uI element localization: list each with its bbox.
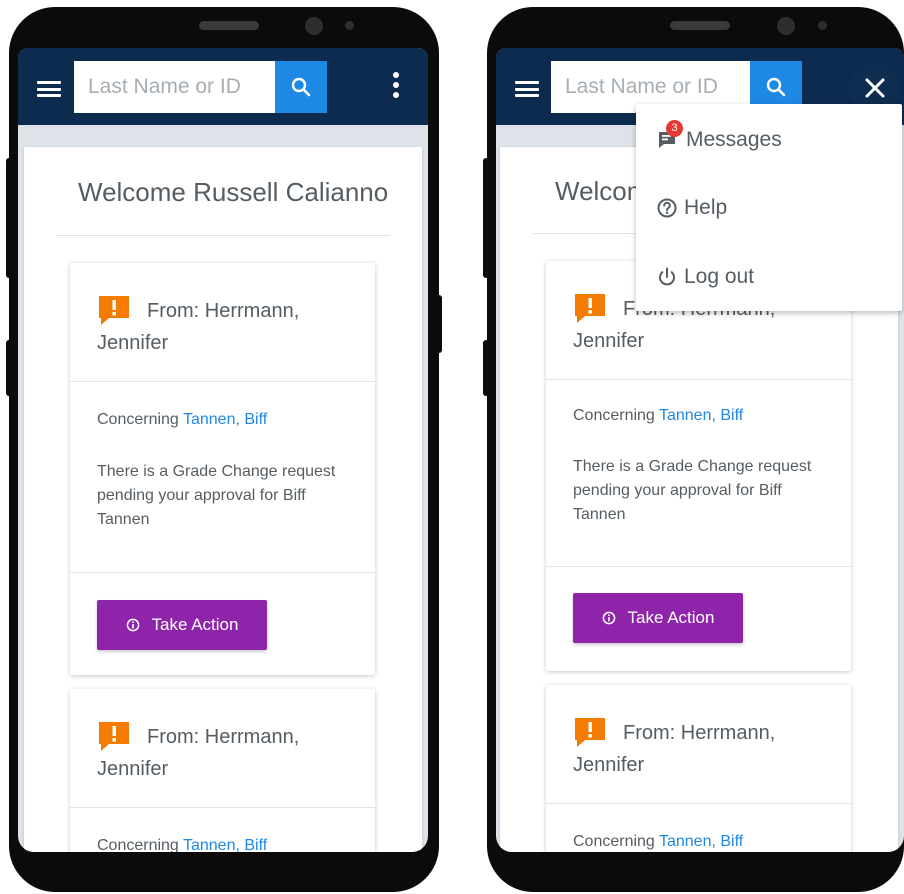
card-from: From: Herrmann, Jennifer — [573, 717, 813, 781]
concerning-label: Concerning — [573, 833, 655, 850]
card-from: From: Herrmann, Jennifer — [97, 295, 337, 359]
phone-camera — [777, 17, 795, 35]
phone-camera — [305, 17, 323, 35]
close-icon — [865, 78, 885, 98]
card-concerning: Concerning Tannen, Biff — [97, 411, 267, 429]
phone-sensor — [818, 21, 827, 30]
search-button[interactable] — [275, 61, 327, 113]
card-from-text: From: Herrmann, Jennifer — [573, 722, 776, 776]
student-link[interactable]: Tannen, Biff — [659, 833, 743, 850]
divider — [546, 566, 851, 567]
phone-speaker — [670, 21, 730, 30]
message-card: From: Herrmann, Jennifer Concerning Tann… — [546, 261, 851, 671]
card-concerning: Concerning Tannen, Biff — [573, 407, 743, 425]
concerning-label: Concerning — [573, 407, 655, 424]
search-icon — [291, 77, 311, 97]
card-from-text: From: Herrmann, Jennifer — [97, 300, 300, 354]
card-concerning: Concerning Tannen, Biff — [573, 833, 743, 851]
menu-item-label: Log out — [684, 265, 755, 288]
info-circle-icon — [602, 611, 615, 625]
divider — [56, 235, 390, 236]
phone-sensor — [345, 21, 354, 30]
take-action-button[interactable]: Take Action — [97, 600, 267, 650]
hamburger-menu-icon[interactable] — [37, 81, 61, 97]
take-action-button[interactable]: Take Action — [573, 593, 743, 643]
power-icon — [659, 267, 675, 286]
concerning-label: Concerning — [97, 411, 179, 428]
card-message: There is a Grade Change request pending … — [97, 463, 336, 528]
user-menu-dropdown: Messages 3 Help Log out — [636, 104, 902, 311]
menu-item-label: Help — [684, 196, 728, 219]
phone-frame-left: Welcome Russell Calianno From: Herrmann,… — [9, 7, 439, 892]
menu-item-logout[interactable]: Log out — [656, 257, 754, 297]
search-icon — [766, 77, 786, 97]
content-panel: Welcome Russell Calianno From: Herrmann,… — [24, 147, 422, 852]
phone-speaker — [199, 21, 259, 30]
student-link[interactable]: Tannen, Biff — [183, 837, 267, 852]
message-card: From: Herrmann, Jennifer Concerning Tann… — [546, 685, 851, 852]
welcome-heading: Welcom — [555, 176, 649, 206]
student-link[interactable]: Tannen, Biff — [659, 407, 743, 424]
search-input[interactable] — [74, 61, 275, 113]
help-circle-icon — [657, 198, 677, 218]
menu-item-help[interactable]: Help — [656, 188, 727, 228]
app-bar — [18, 48, 428, 125]
divider — [70, 572, 375, 573]
phone-screen: Welcome Russell Calianno From: Herrmann,… — [18, 48, 428, 852]
more-options-icon[interactable] — [392, 72, 400, 102]
message-card: From: Herrmann, Jennifer Concerning Tann… — [70, 689, 375, 852]
take-action-label: Take Action — [627, 608, 715, 627]
card-from: From: Herrmann, Jennifer — [97, 721, 337, 785]
concerning-label: Concerning — [97, 837, 179, 852]
take-action-label: Take Action — [151, 615, 239, 634]
student-link[interactable]: Tannen, Biff — [183, 411, 267, 428]
hamburger-menu-icon[interactable] — [515, 81, 539, 97]
card-concerning: Concerning Tannen, Biff — [97, 837, 267, 852]
card-from-text: From: Herrmann, Jennifer — [97, 726, 300, 780]
menu-item-label: Messages — [686, 128, 782, 151]
message-card: From: Herrmann, Jennifer Concerning Tann… — [70, 263, 375, 675]
info-circle-icon — [126, 618, 139, 632]
welcome-heading: Welcome Russell Calianno — [78, 177, 389, 207]
notification-badge: 3 — [666, 120, 683, 137]
card-message: There is a Grade Change request pending … — [573, 458, 812, 523]
